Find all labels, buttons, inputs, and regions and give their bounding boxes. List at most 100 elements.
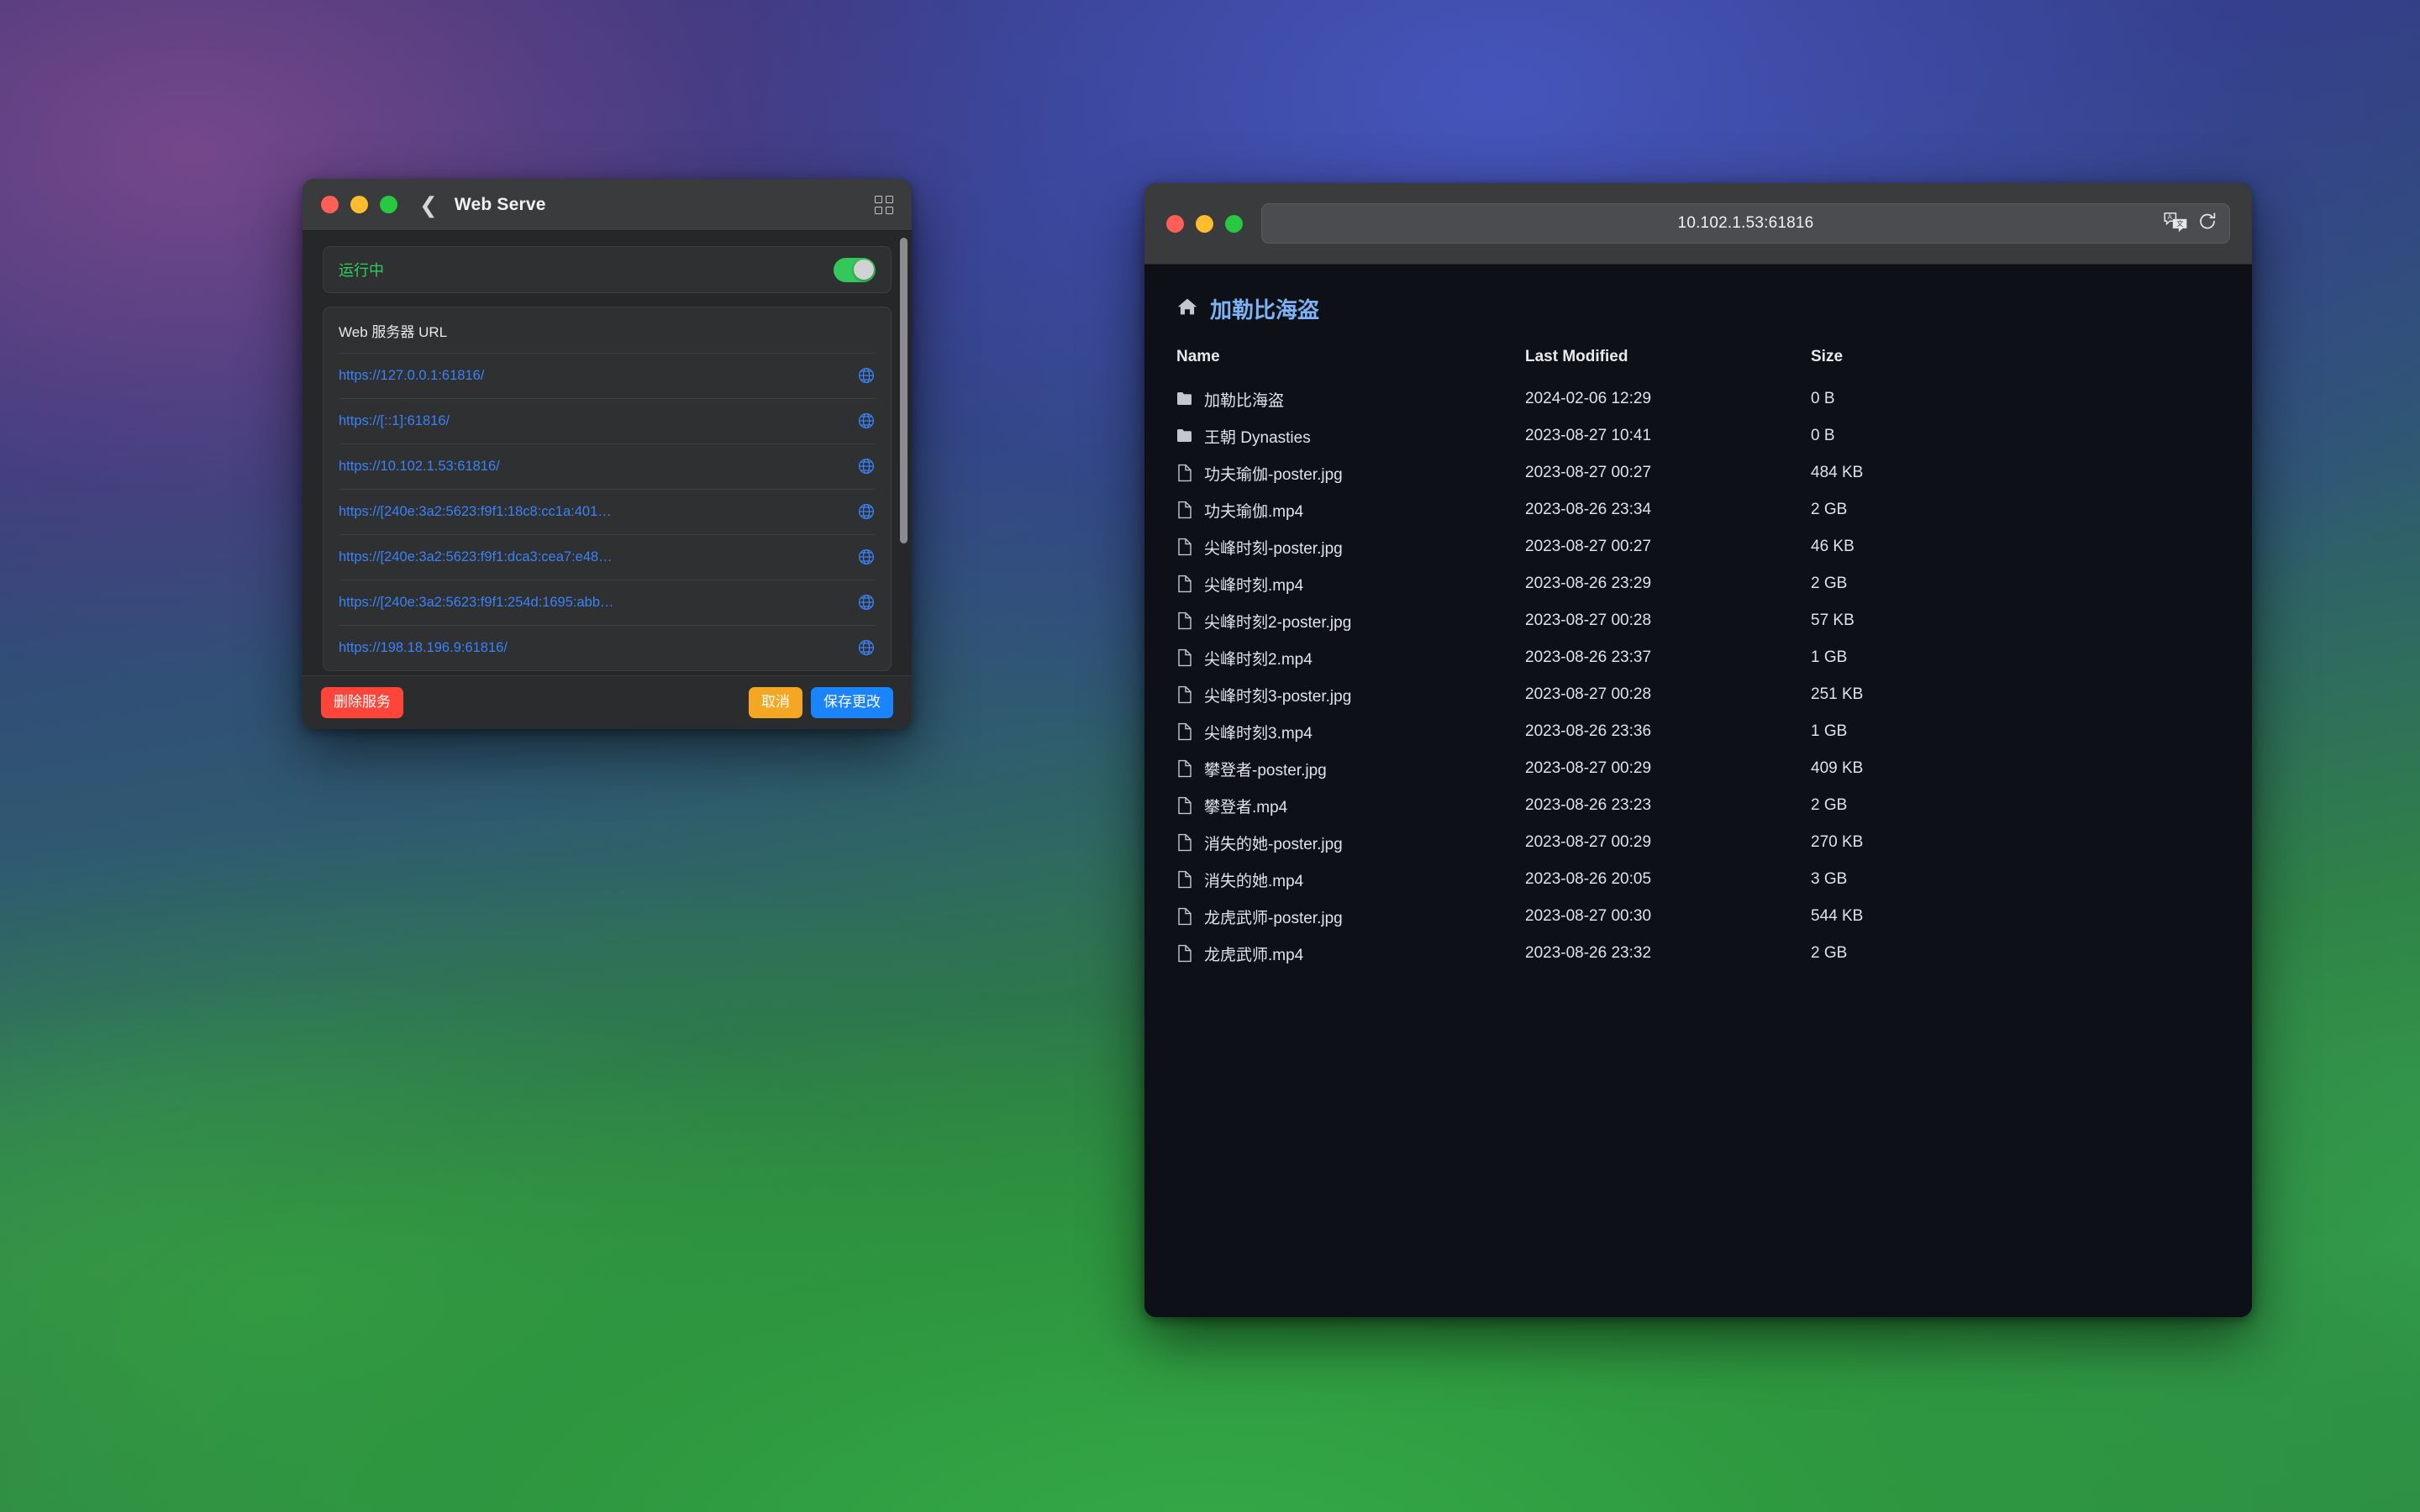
table-row: 尖峰时刻3.mp4 2023-08-26 23:36 1 GB: [1176, 713, 2220, 750]
cell-size: 544 KB: [1811, 907, 1864, 925]
cell-name: 功夫瑜伽.mp4: [1176, 491, 1525, 528]
server-running-toggle[interactable]: [834, 257, 876, 282]
settings-scrollbar[interactable]: [900, 238, 908, 669]
cancel-button[interactable]: 取消: [749, 687, 802, 718]
chevron-left-icon[interactable]: ❮: [419, 194, 438, 216]
translate-icon[interactable]: A 文: [2163, 211, 2188, 237]
globe-icon[interactable]: [857, 366, 876, 385]
file-link[interactable]: 攀登者-poster.jpg: [1204, 758, 1327, 780]
url-row[interactable]: https://198.18.196.9:61816/: [324, 625, 891, 670]
file-link[interactable]: 王朝 Dynasties: [1204, 425, 1311, 448]
globe-icon[interactable]: [857, 548, 876, 566]
cell-modified: 2023-08-27 00:28: [1525, 685, 1652, 703]
window-title: Web Serve: [454, 194, 546, 214]
address-bar[interactable]: 10.102.1.53:61816 A 文: [1261, 203, 2230, 244]
file-icon: [1176, 574, 1193, 594]
file-icon: [1176, 832, 1193, 853]
cell-name: 消失的她.mp4: [1176, 861, 1525, 898]
cell-modified: 2023-08-26 23:37: [1525, 648, 1652, 666]
cell-modified: 2023-08-27 00:29: [1525, 833, 1652, 851]
zoom-button[interactable]: [380, 196, 397, 213]
globe-icon[interactable]: [857, 457, 876, 475]
save-changes-button[interactable]: 保存更改: [811, 687, 893, 718]
svg-text:A: A: [2168, 213, 2173, 221]
file-link[interactable]: 尖峰时刻3.mp4: [1204, 721, 1313, 743]
cell-size: 0 B: [1811, 427, 1835, 444]
file-link[interactable]: 龙虎武师.mp4: [1204, 942, 1303, 965]
grid-view-icon[interactable]: [875, 195, 893, 214]
table-row: 加勒比海盗 2024-02-06 12:29 0 B: [1176, 381, 2220, 417]
url-row[interactable]: https://[240e:3a2:5623:f9f1:dca3:cea7:e4…: [324, 534, 891, 580]
cell-size: 1 GB: [1811, 648, 1848, 666]
cell-modified: 2023-08-27 00:29: [1525, 759, 1652, 777]
file-link[interactable]: 龙虎武师-poster.jpg: [1204, 906, 1343, 928]
cell-name: 龙虎武师.mp4: [1176, 935, 1525, 972]
file-link[interactable]: 尖峰时刻2.mp4: [1204, 647, 1313, 669]
file-icon: [1176, 943, 1193, 963]
table-row: 攀登者.mp4 2023-08-26 23:23 2 GB: [1176, 787, 2220, 824]
close-button[interactable]: [1166, 214, 1184, 233]
cell-size: 484 KB: [1811, 464, 1864, 481]
file-link[interactable]: 尖峰时刻.mp4: [1204, 573, 1303, 596]
cell-size: 46 KB: [1811, 538, 1854, 555]
scrollbar-thumb[interactable]: [900, 238, 908, 544]
file-link[interactable]: 尖峰时刻3-poster.jpg: [1204, 684, 1351, 706]
settings-scroll-area: 运行中 Web 服务器 URL https://127.0.0.1:61816/: [302, 231, 912, 675]
column-header-size[interactable]: Size: [1811, 348, 2220, 381]
cell-name: 龙虎武师-poster.jpg: [1176, 898, 1525, 935]
safari-titlebar: 10.102.1.53:61816 A 文: [1144, 183, 2252, 265]
minimize-button[interactable]: [350, 196, 368, 213]
folder-icon: [1176, 426, 1193, 446]
file-icon: [1176, 795, 1193, 816]
url-row[interactable]: https://127.0.0.1:61816/: [324, 353, 891, 398]
file-link[interactable]: 攀登者.mp4: [1204, 795, 1287, 817]
column-header-modified[interactable]: Last Modified: [1525, 348, 1811, 381]
breadcrumb-current[interactable]: 加勒比海盗: [1210, 293, 1319, 324]
urls-header-label: Web 服务器 URL: [339, 323, 448, 340]
globe-icon[interactable]: [857, 593, 876, 612]
globe-icon[interactable]: [857, 638, 876, 657]
status-card: 运行中: [323, 246, 892, 293]
file-link[interactable]: 功夫瑜伽-poster.jpg: [1204, 462, 1343, 485]
url-row[interactable]: https://[240e:3a2:5623:f9f1:18c8:cc1a:40…: [324, 489, 891, 534]
reload-icon[interactable]: [2197, 212, 2217, 236]
cell-size: 270 KB: [1811, 833, 1864, 851]
close-button[interactable]: [321, 196, 339, 213]
column-header-name[interactable]: Name: [1176, 348, 1525, 381]
url-link[interactable]: https://10.102.1.53:61816/: [339, 459, 500, 475]
table-row: 尖峰时刻-poster.jpg 2023-08-27 00:27 46 KB: [1176, 528, 2220, 565]
url-link[interactable]: https://[::1]:61816/: [339, 413, 450, 429]
file-link[interactable]: 消失的她-poster.jpg: [1204, 832, 1343, 854]
url-row[interactable]: https://[240e:3a2:5623:f9f1:254d:1695:ab…: [324, 580, 891, 625]
file-link[interactable]: 加勒比海盗: [1204, 388, 1284, 411]
url-link[interactable]: https://[240e:3a2:5623:f9f1:dca3:cea7:e4…: [339, 549, 613, 565]
url-link[interactable]: https://127.0.0.1:61816/: [339, 368, 484, 384]
cell-name: 攀登者.mp4: [1176, 787, 1525, 824]
globe-icon[interactable]: [857, 412, 876, 430]
table-row: 尖峰时刻2.mp4 2023-08-26 23:37 1 GB: [1176, 639, 2220, 676]
minimize-button[interactable]: [1196, 214, 1213, 233]
url-link[interactable]: https://[240e:3a2:5623:f9f1:254d:1695:ab…: [339, 595, 614, 611]
home-icon[interactable]: [1176, 297, 1198, 321]
cell-size: 2 GB: [1811, 944, 1848, 962]
file-link[interactable]: 功夫瑜伽.mp4: [1204, 499, 1303, 522]
cell-modified: 2023-08-26 23:29: [1525, 575, 1652, 592]
url-row[interactable]: https://[::1]:61816/: [324, 398, 891, 444]
url-link[interactable]: https://198.18.196.9:61816/: [339, 640, 508, 656]
file-link[interactable]: 消失的她.mp4: [1204, 869, 1303, 891]
globe-icon[interactable]: [857, 502, 876, 521]
cell-name: 尖峰时刻3-poster.jpg: [1176, 676, 1525, 713]
delete-service-button[interactable]: 删除服务: [321, 687, 403, 718]
url-link[interactable]: https://[240e:3a2:5623:f9f1:18c8:cc1a:40…: [339, 504, 612, 520]
table-header-row: Name Last Modified Size: [1176, 348, 2220, 381]
zoom-button[interactable]: [1225, 214, 1243, 233]
folder-icon: [1176, 389, 1193, 409]
file-link[interactable]: 尖峰时刻2-poster.jpg: [1204, 610, 1351, 633]
table-row: 功夫瑜伽.mp4 2023-08-26 23:34 2 GB: [1176, 491, 2220, 528]
cell-modified: 2023-08-26 20:05: [1525, 870, 1652, 888]
file-link[interactable]: 尖峰时刻-poster.jpg: [1204, 536, 1343, 559]
safari-window: 10.102.1.53:61816 A 文 加勒比海盗 Name Last Mo…: [1144, 183, 2252, 1317]
address-bar-url[interactable]: 10.102.1.53:61816: [1262, 214, 2229, 233]
url-row[interactable]: https://10.102.1.53:61816/: [324, 444, 891, 489]
cell-name: 尖峰时刻2.mp4: [1176, 639, 1525, 676]
